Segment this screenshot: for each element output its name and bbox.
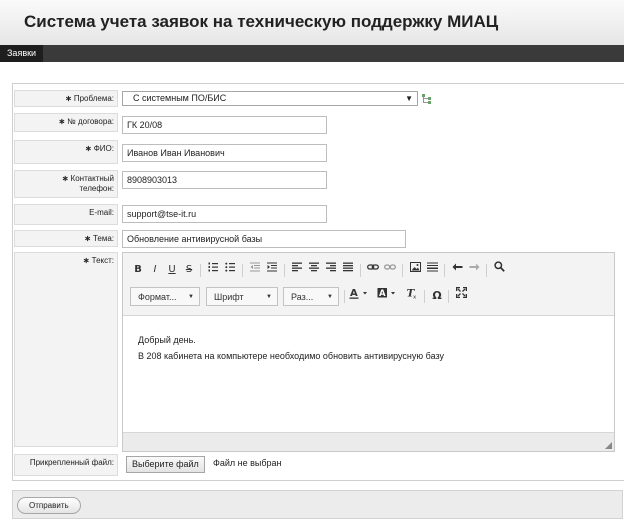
phone-input[interactable]: 8908903013 <box>122 171 327 189</box>
numbered-list-icon[interactable] <box>205 261 221 279</box>
required-mark: ∗ <box>65 94 72 103</box>
remove-format-icon[interactable]: Tx <box>404 287 420 305</box>
resize-handle-icon[interactable] <box>605 442 612 449</box>
svg-text:A: A <box>379 289 386 299</box>
problem-select-value: С системным ПО/БИС <box>133 93 227 103</box>
required-mark: ∗ <box>84 234 91 243</box>
email-input[interactable]: support@tse-it.ru <box>122 205 327 223</box>
toolbar-separator <box>444 264 445 277</box>
chevron-down-icon: ▼ <box>405 94 413 103</box>
fio-label: ∗ ФИО: <box>14 140 118 164</box>
italic-button[interactable]: I <box>147 261 163 279</box>
redo-icon[interactable] <box>466 261 482 279</box>
toolbar-separator <box>242 264 243 277</box>
fio-input[interactable]: Иванов Иван Иванович <box>122 144 327 162</box>
editor-content[interactable]: Добрый день. В 208 кабинета на компьютер… <box>138 332 444 364</box>
phone-label: ∗ Контактный телефон: <box>14 170 118 198</box>
font-dropdown[interactable]: Шрифт ▼ <box>206 287 278 306</box>
toolbar-separator <box>344 290 345 303</box>
app-header: Система учета заявок на техническую подд… <box>0 0 624 46</box>
toolbar-separator <box>448 290 449 303</box>
editor-line: Добрый день. <box>138 335 196 345</box>
background-color-icon[interactable]: A <box>376 287 402 305</box>
contract-label: ∗ № договора: <box>14 113 118 132</box>
bold-button[interactable]: B <box>130 261 146 279</box>
text-label: ∗ Текст: <box>14 252 118 447</box>
attachment-label: Прикрепленный файл: <box>14 454 118 476</box>
required-mark: ∗ <box>58 117 66 126</box>
image-icon[interactable] <box>407 261 423 279</box>
problem-select[interactable]: С системным ПО/БИС ▼ <box>122 91 418 106</box>
tab-requests[interactable]: Заявки <box>0 45 44 62</box>
editor-toolbar: B I U S Формат... ▼ Шрифт ▼ Раз... ▼ A A… <box>123 253 614 316</box>
subject-input[interactable]: Обновление антивирусной базы <box>122 230 406 248</box>
file-status: Файл не выбран <box>213 458 282 468</box>
outdent-icon[interactable] <box>247 261 263 279</box>
required-mark: ∗ <box>61 174 69 183</box>
chevron-down-icon: ▼ <box>266 294 272 300</box>
tree-icon[interactable] <box>421 93 433 105</box>
form-footer: Отправить <box>12 490 623 519</box>
toolbar-separator <box>360 264 361 277</box>
toolbar-separator <box>486 264 487 277</box>
toolbar-separator <box>402 264 403 277</box>
choose-file-button[interactable]: Выберите файл <box>126 456 205 473</box>
required-mark: ∗ <box>85 144 92 153</box>
maximize-icon[interactable] <box>453 286 469 305</box>
submit-button[interactable]: Отправить <box>17 497 81 514</box>
rich-text-editor: B I U S Формат... ▼ Шрифт ▼ Раз... ▼ A A… <box>122 252 615 452</box>
chevron-down-icon: ▼ <box>327 294 333 300</box>
top-nav: Заявки <box>0 45 624 62</box>
link-icon[interactable] <box>365 261 381 279</box>
strike-button[interactable]: S <box>181 261 197 279</box>
horizontal-rule-icon[interactable] <box>424 261 440 279</box>
format-dropdown[interactable]: Формат... ▼ <box>130 287 200 306</box>
request-form: ∗ Проблема: С системным ПО/БИС ▼ ∗ № догов… <box>12 83 624 481</box>
svg-text:x: x <box>413 295 417 300</box>
chevron-down-icon: ▼ <box>188 294 194 300</box>
align-left-icon[interactable] <box>289 261 305 279</box>
svg-text:A: A <box>350 288 358 299</box>
subject-label: ∗ Тема: <box>14 230 118 247</box>
indent-icon[interactable] <box>264 261 280 279</box>
align-center-icon[interactable] <box>306 261 322 279</box>
align-right-icon[interactable] <box>323 261 339 279</box>
size-dropdown[interactable]: Раз... ▼ <box>283 287 339 306</box>
special-char-button[interactable]: Ω <box>429 287 445 305</box>
align-justify-icon[interactable] <box>340 261 356 279</box>
toolbar-separator <box>200 264 201 277</box>
undo-icon[interactable] <box>449 261 465 279</box>
editor-line: В 208 кабинета на компьютере необходимо … <box>138 351 445 361</box>
search-icon[interactable] <box>491 261 507 279</box>
email-label: E-mail: <box>14 204 118 225</box>
underline-button[interactable]: U <box>164 261 180 279</box>
text-color-icon[interactable]: A <box>348 287 374 305</box>
problem-label: ∗ Проблема: <box>14 90 118 107</box>
editor-statusbar <box>123 432 614 451</box>
required-mark: ∗ <box>82 256 90 265</box>
toolbar-separator <box>424 290 425 303</box>
app-title: Система учета заявок на техническую подд… <box>24 12 499 31</box>
bullet-list-icon[interactable] <box>222 261 238 279</box>
unlink-icon[interactable] <box>382 261 398 279</box>
toolbar-separator <box>284 264 285 277</box>
contract-input[interactable]: ГК 20/08 <box>122 116 327 134</box>
